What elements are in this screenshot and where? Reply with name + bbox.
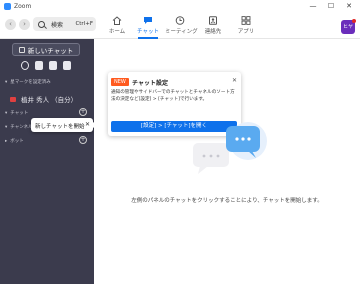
chevron-down-icon: ▾: [5, 125, 8, 130]
add-chat-plus-icon[interactable]: +: [79, 108, 87, 116]
new-chat-label: 新しいチャット: [27, 46, 74, 55]
contacts-icon: [209, 16, 217, 25]
new-chat-tooltip: 新しチャットを開始 ✕: [31, 118, 97, 132]
section-chats-label: チャット: [10, 111, 29, 116]
at-mentions-icon[interactable]: [21, 61, 29, 70]
tab-home-label: ホーム: [108, 29, 126, 35]
window-title: Zoom: [14, 3, 32, 10]
section-chats[interactable]: ▾ チャット: [5, 110, 28, 116]
avatar-initials: ヒヤ: [342, 24, 353, 30]
chevron-down-icon: ▾: [5, 111, 8, 116]
image-icon[interactable]: [63, 61, 71, 70]
popup-body: 通知の管理やサイドバーでのチャットとチャネルのソート方法の決定など[設定] > …: [111, 90, 235, 102]
contact-self[interactable]: 植井 秀人 （自分）: [10, 94, 77, 104]
chat-icon: [144, 17, 152, 24]
chat-sidebar: 新しいチャット ▾ 星マークを設定済み 植井 秀人 （自分） ▾ チャット + ▾ チ…: [0, 39, 94, 284]
notification-dot: [352, 19, 356, 23]
contact-avatar: [10, 96, 16, 102]
chevron-down-icon: ▾: [5, 80, 8, 85]
tab-apps[interactable]: アプリ: [231, 15, 261, 37]
empty-state-helper-text: 左側のパネルのチャットをクリックすることにより、チャットを開始します。: [131, 198, 323, 204]
compose-icon: [18, 46, 25, 53]
profile-avatar[interactable]: ヒヤ: [341, 19, 356, 34]
section-channels-label: チャンネル: [10, 125, 33, 130]
chevron-right-icon: ▸: [5, 139, 8, 144]
file-icon[interactable]: [35, 61, 43, 70]
contact-name: 植井 秀人 （自分）: [21, 96, 78, 104]
close-window-button[interactable]: ✕: [342, 1, 356, 11]
popup-title: チャット設定: [132, 80, 168, 87]
new-badge: NEW: [111, 78, 129, 86]
starred-file-icon[interactable]: [49, 61, 57, 70]
search-label: 検索: [51, 21, 64, 29]
tab-contacts[interactable]: 連絡先: [198, 15, 228, 37]
title-bar: Zoom — ☐ ✕: [0, 0, 360, 13]
minimize-button[interactable]: —: [306, 1, 320, 11]
search-box[interactable]: 検索 Ctrl+F: [33, 17, 96, 31]
chat-bubbles-illustration: [193, 122, 267, 174]
back-button[interactable]: ‹: [5, 19, 16, 30]
top-toolbar: ‹ › 検索 Ctrl+F ホーム チャット ミーティング 連絡先 アプリ ヒヤ: [0, 13, 360, 39]
section-starred[interactable]: ▾ 星マークを設定済み: [5, 79, 51, 85]
search-icon: [38, 20, 45, 28]
add-bot-plus-icon[interactable]: +: [79, 136, 87, 144]
zoom-logo-icon: [4, 3, 11, 10]
tab-meetings[interactable]: ミーティング: [165, 15, 198, 37]
tab-chat-label: チャット: [137, 29, 159, 35]
section-channels[interactable]: ▾ チャンネル: [5, 124, 33, 130]
popup-close-icon[interactable]: ✕: [232, 77, 237, 84]
maximize-button[interactable]: ☐: [324, 1, 338, 11]
tooltip-text: 新しチャットを開始: [35, 124, 85, 130]
tab-home[interactable]: ホーム: [102, 15, 132, 37]
tab-contacts-label: 連絡先: [204, 29, 222, 35]
section-bots-label: ボット: [10, 139, 24, 144]
section-starred-label: 星マークを設定済み: [10, 80, 51, 85]
zoom-window: Zoom — ☐ ✕ ‹ › 検索 Ctrl+F ホーム チャット ミーティング…: [0, 0, 360, 284]
forward-button[interactable]: ›: [19, 19, 30, 30]
tab-apps-label: アプリ: [237, 29, 255, 35]
search-shortcut: Ctrl+F: [75, 21, 93, 27]
quick-access-row: [21, 61, 77, 70]
home-icon: [112, 16, 122, 25]
apps-icon: [241, 16, 251, 25]
tab-chat[interactable]: チャット: [133, 15, 163, 39]
tab-meetings-label: ミーティング: [165, 29, 198, 35]
clock-icon: [175, 16, 185, 25]
new-chat-button[interactable]: 新しいチャット: [12, 43, 80, 56]
tooltip-close-icon[interactable]: ✕: [85, 121, 90, 128]
section-bots[interactable]: ▸ ボット: [5, 138, 24, 144]
